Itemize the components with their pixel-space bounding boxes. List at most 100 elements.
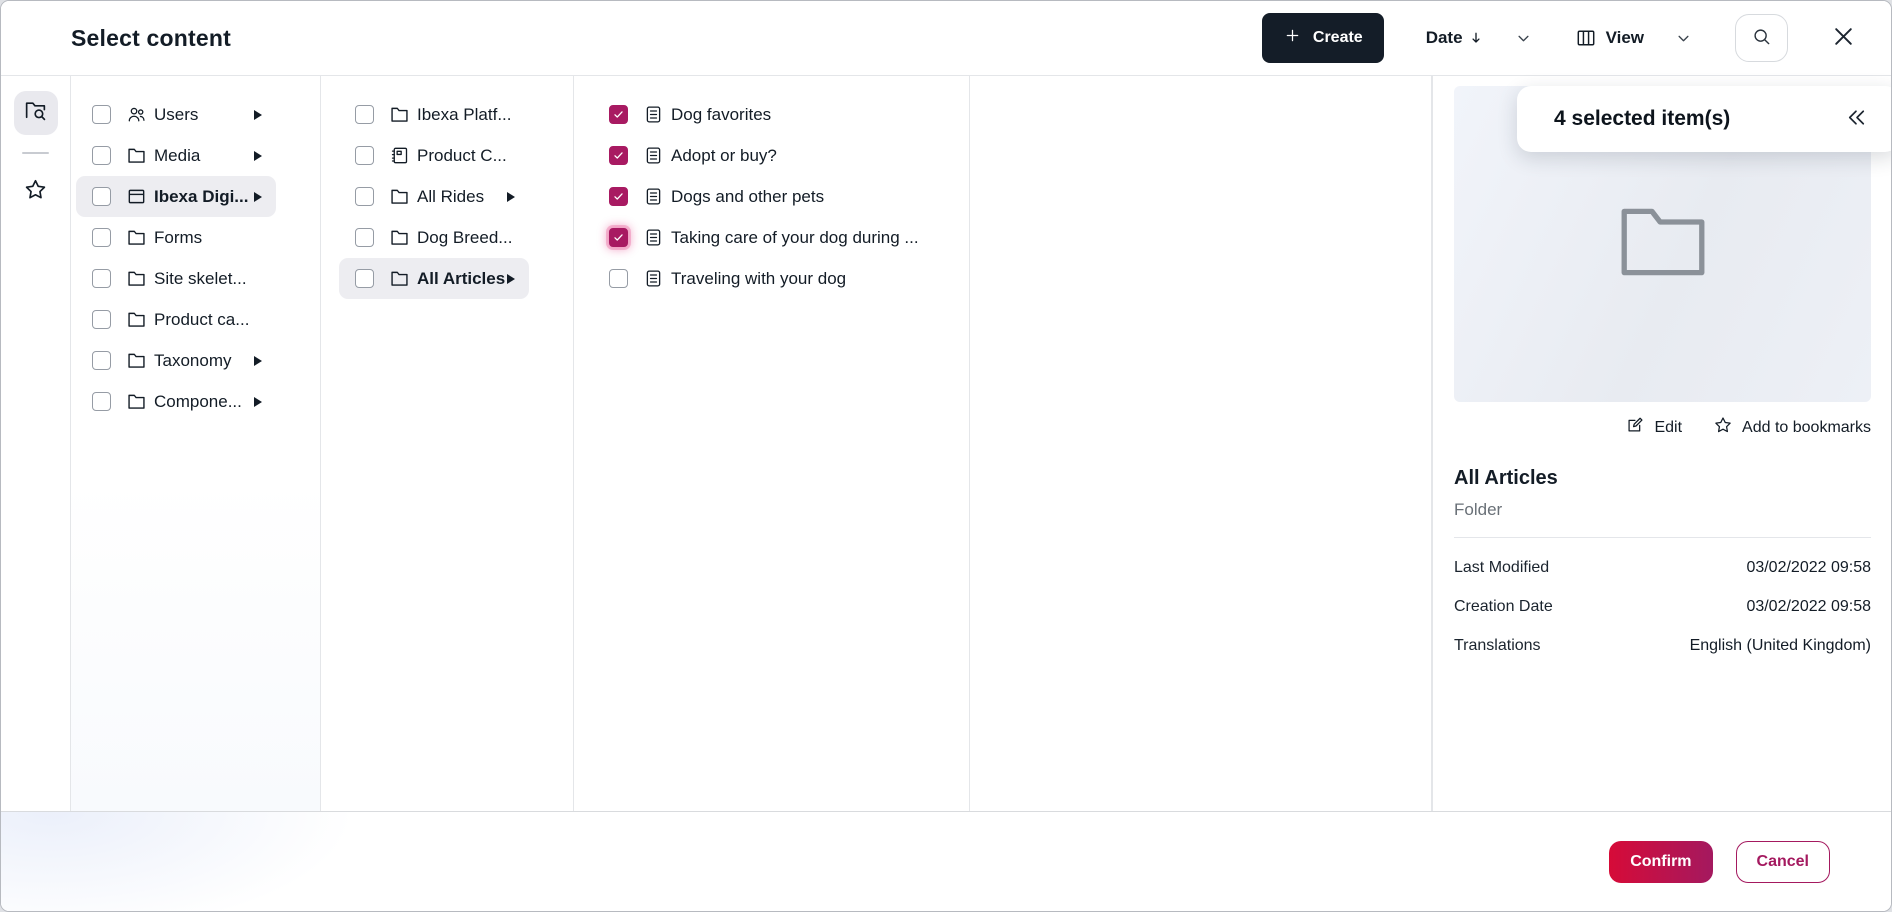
catalog-icon <box>389 145 410 166</box>
tree-item[interactable]: Taking care of your dog during ... <box>593 217 969 258</box>
search-button[interactable] <box>1735 14 1788 62</box>
double-chevron-left-icon <box>1844 105 1869 133</box>
plus-icon <box>1283 26 1302 50</box>
tree-item-label: Dog favorites <box>671 105 771 125</box>
edit-button[interactable]: Edit <box>1625 415 1682 440</box>
tree-item[interactable]: Ibexa Digi... <box>76 176 276 217</box>
article-icon <box>643 268 664 289</box>
folder-icon <box>126 391 147 412</box>
caret-right-icon[interactable] <box>507 192 515 202</box>
checkbox-unchecked[interactable] <box>355 105 374 124</box>
article-icon <box>643 227 664 248</box>
caret-right-icon[interactable] <box>254 110 262 120</box>
checkbox-unchecked[interactable] <box>92 187 111 206</box>
tree-item[interactable]: Compone... <box>76 381 276 422</box>
panel-divider <box>1454 537 1871 538</box>
tree-column-empty <box>970 76 1432 811</box>
chevron-down-icon[interactable] <box>1514 29 1533 48</box>
checkbox-checked[interactable] <box>609 187 628 206</box>
checkbox-checked[interactable] <box>609 105 628 124</box>
collapse-panel-button[interactable] <box>1844 105 1869 133</box>
tree-item[interactable]: Product ca... <box>76 299 276 340</box>
tree-item[interactable]: All Articles <box>339 258 529 299</box>
chevron-down-icon[interactable] <box>1674 29 1693 48</box>
sort-dropdown[interactable]: Date <box>1426 28 1533 48</box>
sidebar-item-browse[interactable] <box>14 91 58 135</box>
tree-item-label: Dog Breed... <box>417 228 512 248</box>
add-to-bookmarks-button[interactable]: Add to bookmarks <box>1713 415 1871 440</box>
tree-item[interactable]: Dog favorites <box>593 94 969 135</box>
view-dropdown[interactable]: View <box>1575 27 1693 49</box>
edit-icon <box>1625 415 1645 440</box>
checkbox-unchecked[interactable] <box>92 392 111 411</box>
tree-item[interactable]: Forms <box>76 217 276 258</box>
cancel-button[interactable]: Cancel <box>1736 841 1830 883</box>
tree-item[interactable]: Media <box>76 135 276 176</box>
view-dropdown-label: View <box>1606 28 1644 48</box>
metadata-label: Translations <box>1454 637 1541 655</box>
checkbox-unchecked[interactable] <box>92 351 111 370</box>
tree-item[interactable]: Site skelet... <box>76 258 276 299</box>
icon-sidebar <box>1 76 71 811</box>
tree-item[interactable]: Ibexa Platf... <box>339 94 529 135</box>
create-button-label: Create <box>1313 29 1363 47</box>
tree-item-label: Site skelet... <box>154 269 247 289</box>
tree-item[interactable]: Product C... <box>339 135 529 176</box>
checkbox-unchecked[interactable] <box>92 105 111 124</box>
metadata-value: 03/02/2022 09:58 <box>1746 559 1871 577</box>
item-details-panel: 4 selected item(s) Edit Add to bookmarks… <box>1432 76 1891 811</box>
grid-view-icon <box>1575 27 1597 49</box>
tree-item[interactable]: Users <box>76 94 276 135</box>
folder-icon <box>389 227 410 248</box>
confirm-button[interactable]: Confirm <box>1609 841 1712 883</box>
checkbox-unchecked[interactable] <box>92 146 111 165</box>
sidebar-item-bookmarks[interactable] <box>14 170 58 214</box>
tree-item-label: Forms <box>154 228 202 248</box>
tree-item[interactable]: Taxonomy <box>76 340 276 381</box>
tree-item-label: Taxonomy <box>154 351 231 371</box>
caret-right-icon[interactable] <box>507 274 515 284</box>
tree-item[interactable]: Traveling with your dog <box>593 258 969 299</box>
checkbox-unchecked[interactable] <box>92 269 111 288</box>
selected-items-banner: 4 selected item(s) <box>1517 86 1892 152</box>
folder-icon <box>126 350 147 371</box>
tree-column-1: UsersMediaIbexa Digi... Forms Site skelet.… <box>71 76 321 811</box>
checkbox-unchecked[interactable] <box>355 146 374 165</box>
article-icon <box>643 186 664 207</box>
tree-column-3: Dog favorites Adopt or buy?Dogs and other… <box>574 76 970 811</box>
checkbox-unchecked[interactable] <box>355 187 374 206</box>
tree-item[interactable]: Dogs and other pets <box>593 176 969 217</box>
checkbox-checked[interactable] <box>609 228 628 247</box>
site-icon <box>126 186 147 207</box>
tree-item[interactable]: All Rides <box>339 176 529 217</box>
folder-icon <box>126 309 147 330</box>
caret-right-icon[interactable] <box>254 151 262 161</box>
caret-right-icon[interactable] <box>254 356 262 366</box>
modal-body: UsersMediaIbexa Digi... Forms Site skelet.… <box>1 76 1891 811</box>
big-folder-icon <box>1614 200 1712 289</box>
caret-right-icon[interactable] <box>254 397 262 407</box>
add-to-bookmarks-label: Add to bookmarks <box>1742 419 1871 437</box>
tree-item-label: Product ca... <box>154 310 249 330</box>
tree-item[interactable]: Dog Breed... <box>339 217 529 258</box>
close-button[interactable] <box>1830 23 1857 53</box>
checkbox-unchecked[interactable] <box>609 269 628 288</box>
tree-item[interactable]: Adopt or buy? <box>593 135 969 176</box>
item-type: Folder <box>1454 500 1871 520</box>
checkbox-checked[interactable] <box>609 146 628 165</box>
arrow-down-icon <box>1468 30 1484 46</box>
checkbox-unchecked[interactable] <box>92 228 111 247</box>
star-icon <box>1713 415 1733 440</box>
checkbox-unchecked[interactable] <box>355 269 374 288</box>
create-button[interactable]: Create <box>1262 13 1384 63</box>
search-icon <box>1751 26 1772 50</box>
browse-search-icon <box>23 98 48 128</box>
caret-right-icon[interactable] <box>254 192 262 202</box>
users-icon <box>126 104 147 125</box>
checkbox-unchecked[interactable] <box>355 228 374 247</box>
article-icon <box>643 104 664 125</box>
sort-dropdown-label: Date <box>1426 28 1463 48</box>
checkbox-unchecked[interactable] <box>92 310 111 329</box>
folder-icon <box>389 104 410 125</box>
metadata-row: Last Modified03/02/2022 09:58 <box>1454 559 1871 577</box>
